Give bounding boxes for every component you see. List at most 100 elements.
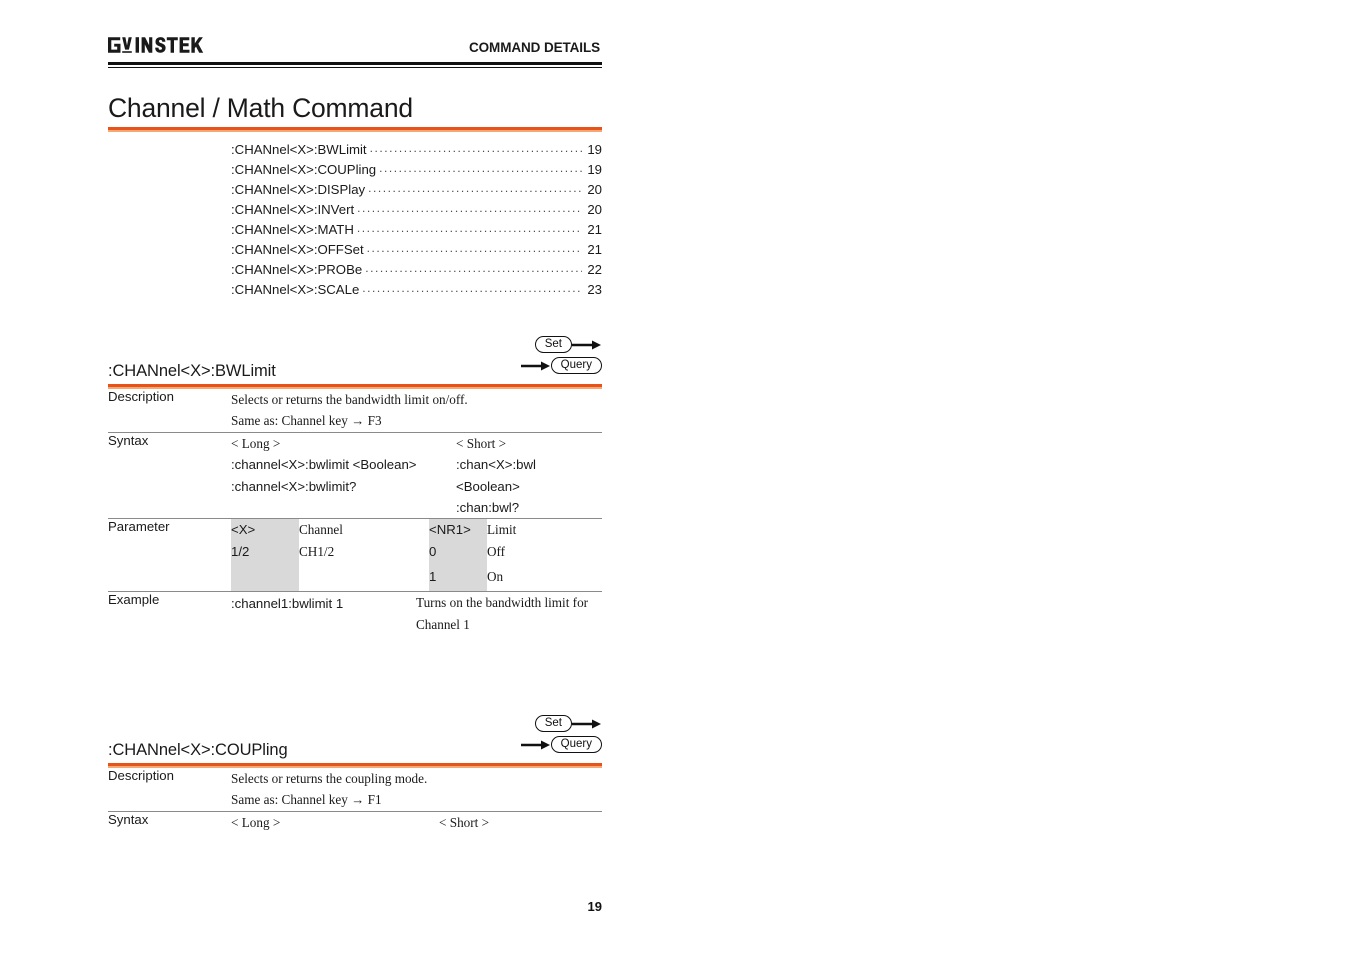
toc-label: :CHANnel<X>:INVert — [231, 202, 355, 217]
row-label: Syntax — [108, 431, 231, 519]
toc-entry[interactable]: :CHANnel<X>:OFFSet .....................… — [231, 240, 602, 260]
table-row-description: Description Selects or returns the bandw… — [108, 389, 602, 432]
page-number: 19 — [587, 899, 602, 914]
syntax-long-header: < Long > — [231, 814, 281, 830]
param-nr1-desc: Limit — [487, 522, 517, 538]
row-value: < Long > < Short > :channel<X>:bwlimit <… — [231, 431, 602, 519]
command-header: :CHANnel<X>:BWLimit Set Query — [108, 336, 602, 384]
row-label: Example — [108, 591, 231, 636]
table-row-description: Description Selects or returns the coupl… — [108, 768, 602, 811]
arrow-right-icon — [572, 718, 602, 730]
toc-page-number: 20 — [587, 182, 602, 197]
toc-leader: ........................................… — [368, 181, 582, 195]
row-label: Description — [108, 768, 174, 783]
query-badge: Query — [550, 357, 602, 374]
page-header-left: COMMAND DETAILS — [108, 34, 600, 56]
param-nr1: 0 — [429, 540, 487, 566]
command-name: :CHANnel<X>:BWLimit — [108, 362, 276, 380]
toc-label: :CHANnel<X>:SCALe — [231, 282, 360, 297]
toc-page-number: 23 — [587, 282, 602, 297]
command-section-coupling: :CHANnel<X>:COUPling Set Query Descripti… — [108, 715, 602, 834]
parameter-row: 1/2 CH1/2 0 Off — [231, 540, 602, 566]
syntax-line: <Boolean> — [456, 478, 520, 494]
row-value: <X> Channel <NR1> Limit 1/2 CH1/2 0 Off … — [231, 518, 602, 592]
toc-entry[interactable]: :CHANnel<X>:DISPlay ....................… — [231, 180, 602, 200]
toc-entry[interactable]: :CHANnel<X>:SCALe ......................… — [231, 280, 602, 300]
command-section-bwlimit: :CHANnel<X>:BWLimit Set Query Descriptio… — [108, 336, 602, 636]
table-of-contents: :CHANnel<X>:BWLimit ....................… — [231, 140, 602, 300]
syntax-line: :chan<X>:bwl — [456, 457, 536, 473]
row-value: :channel1:bwlimit 1 Turns on the bandwid… — [231, 591, 602, 636]
toc-page-number: 21 — [587, 242, 602, 257]
parameter-grid: <X> Channel <NR1> Limit 1/2 CH1/2 0 Off … — [231, 519, 602, 592]
example-command: :channel1:bwlimit 1 — [231, 596, 344, 612]
table-row-example: Example :channel1:bwlimit 1 Turns on the… — [108, 591, 602, 636]
param-nr1: <NR1> — [429, 519, 487, 541]
example-description: Turns on the bandwidth limit for Channel… — [416, 595, 589, 632]
toc-page-number: 21 — [587, 222, 602, 237]
toc-page-number: 19 — [587, 162, 602, 177]
toc-entry[interactable]: :CHANnel<X>:BWLimit ....................… — [231, 140, 602, 160]
table-row-parameter: Parameter <X> Channel <NR1> Limit 1/2 CH… — [108, 518, 602, 592]
syntax-line: :chan:bwl? — [456, 499, 520, 515]
toc-leader: ........................................… — [356, 221, 582, 235]
toc-entry[interactable]: :CHANnel<X>:MATH .......................… — [231, 220, 602, 240]
set-badge: Set — [534, 715, 572, 732]
toc-leader: ........................................… — [365, 261, 582, 275]
desc-line: Selects or returns the coupling mode. — [231, 771, 428, 786]
parameter-row: 1 On — [231, 566, 602, 592]
row-label: Parameter — [108, 518, 231, 592]
param-x-desc — [299, 566, 421, 591]
row-value: < Long > < Short > — [231, 810, 602, 834]
toc-leader: ........................................… — [362, 281, 582, 295]
param-x: <X> — [231, 519, 299, 541]
desc-line: Selects or returns the bandwidth limit o… — [231, 392, 468, 407]
document-spread: COMMAND DETAILS Channel / Math Command :… — [0, 0, 1350, 954]
syntax-line: :channel<X>:bwlimit? — [231, 478, 357, 494]
table-row-syntax: Syntax < Long > < Short > — [108, 810, 602, 834]
syntax-short-header: < Short > — [439, 814, 490, 830]
toc-page-number: 22 — [587, 262, 602, 277]
toc-leader: ........................................… — [366, 241, 582, 255]
toc-leader: ........................................… — [357, 201, 582, 215]
toc-leader: ........................................… — [379, 161, 582, 175]
set-query-badges: Set Query — [452, 712, 602, 760]
spec-table-bwlimit: Description Selects or returns the bandw… — [108, 389, 602, 636]
toc-leader: ........................................… — [369, 141, 582, 155]
query-badge: Query — [550, 736, 602, 753]
syntax-long: :channel<X>:bwlimit <Boolean> :channel<X… — [231, 454, 456, 518]
header-title: COMMAND DETAILS — [469, 40, 600, 55]
param-x-desc: CH1/2 — [299, 543, 335, 559]
row-value: Selects or returns the coupling mode. Sa… — [231, 768, 602, 811]
table-row-syntax: Syntax < Long > < Short > :channel<X>:bw… — [108, 431, 602, 519]
set-badge-row: Set — [534, 336, 602, 353]
toc-entry[interactable]: :CHANnel<X>:COUPling ...................… — [231, 160, 602, 180]
query-badge-row: Query — [520, 357, 602, 374]
toc-page-number: 19 — [587, 142, 602, 157]
row-label: Description — [108, 389, 174, 404]
arrow-right-icon — [520, 739, 551, 751]
toc-entry[interactable]: :CHANnel<X>:PROBe ......................… — [231, 260, 602, 280]
syntax-line: :channel<X>:bwlimit <Boolean> — [231, 457, 417, 473]
parameter-row: <X> Channel <NR1> Limit — [231, 519, 602, 541]
set-query-badges: Set Query — [452, 333, 602, 381]
param-nr1-desc: Off — [487, 543, 506, 559]
chapter-accent-rule — [108, 127, 602, 132]
desc-line: Same as: Channel key → F1 — [231, 792, 382, 808]
page-left: COMMAND DETAILS Channel / Math Command :… — [0, 0, 675, 954]
command-header: :CHANnel<X>:COUPling Set Query — [108, 715, 602, 763]
param-x: 1/2 — [231, 540, 299, 566]
syntax-long-header: < Long > — [231, 435, 281, 451]
toc-entry[interactable]: :CHANnel<X>:INVert .....................… — [231, 200, 602, 220]
page-title: Channel / Math Command — [108, 93, 413, 123]
param-x — [231, 566, 299, 592]
param-nr1: 1 — [429, 566, 487, 592]
page-right: GDS-1000 Programming Manual :channel<X>:… — [675, 0, 1350, 954]
toc-label: :CHANnel<X>:PROBe — [231, 262, 363, 277]
query-badge-row: Query — [520, 736, 602, 753]
syntax-short: :chan<X>:bwl <Boolean> :chan:bwl? — [456, 454, 602, 518]
arrow-right-icon — [572, 339, 602, 351]
toc-label: :CHANnel<X>:COUPling — [231, 162, 377, 177]
command-name: :CHANnel<X>:COUPling — [108, 741, 288, 759]
set-badge-row: Set — [534, 715, 602, 732]
